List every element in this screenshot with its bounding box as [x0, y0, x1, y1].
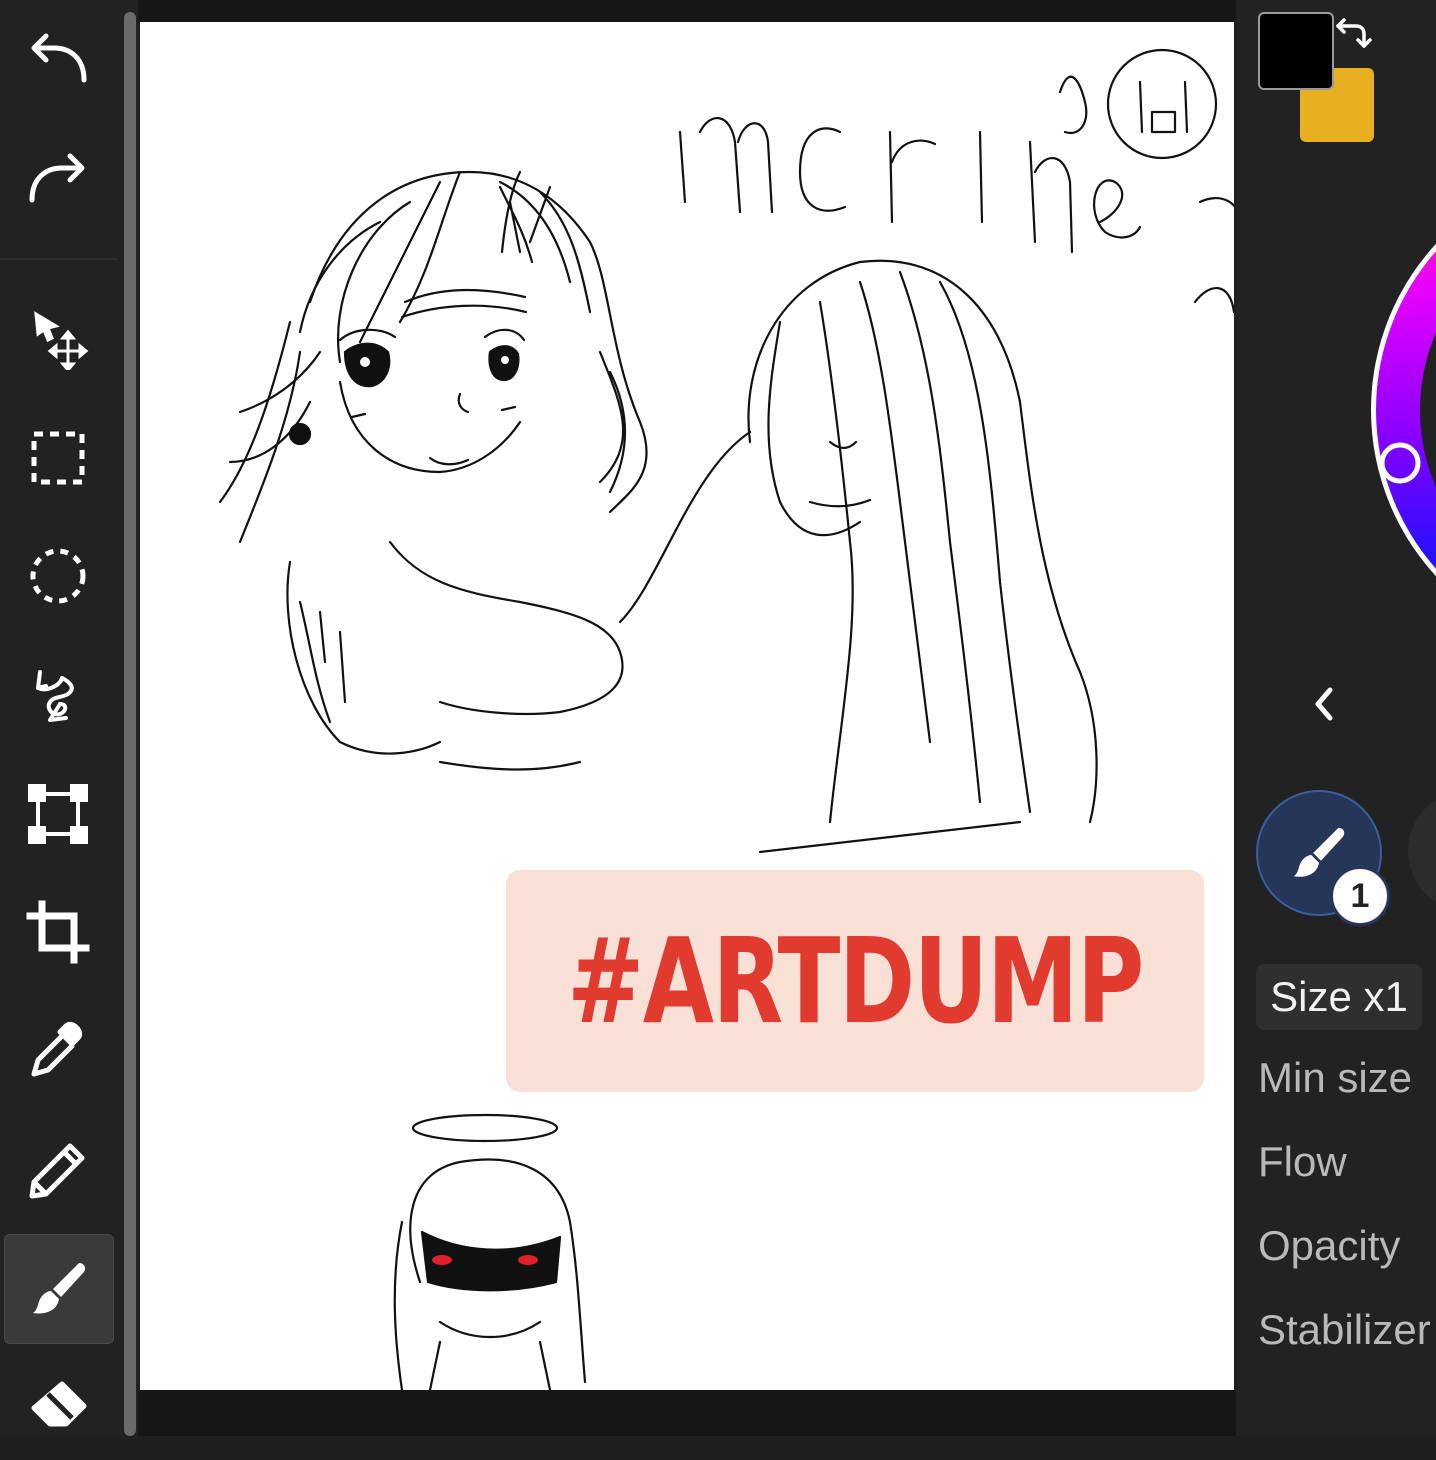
redo-button[interactable]	[4, 126, 112, 234]
eraser-button[interactable]	[4, 1352, 112, 1460]
brush-slot-badge: 1	[1330, 866, 1390, 926]
brush-panel: 1 Size x1 Min size Flow Opacity Stabiliz…	[1236, 0, 1436, 1436]
color-wheel[interactable]	[1346, 150, 1436, 670]
crop-icon	[26, 900, 90, 964]
toolbar	[0, 0, 138, 1436]
opacity-label[interactable]: Opacity	[1258, 1222, 1400, 1270]
eyedropper-icon	[31, 1022, 82, 1077]
stabilizer-label[interactable]: Stabilizer	[1258, 1306, 1431, 1354]
brush-preset-slot-2[interactable]	[1408, 790, 1436, 912]
rect-select-button[interactable]	[4, 404, 112, 512]
canvas-top-border	[138, 0, 1236, 22]
sketch-artwork	[218, 48, 1234, 1390]
undo-icon	[31, 33, 87, 83]
min-size-label[interactable]: Min size	[1258, 1054, 1412, 1102]
artdump-banner: #ARTDUMP	[506, 870, 1204, 1092]
undo-button[interactable]	[4, 6, 112, 114]
lasso-button[interactable]	[4, 640, 112, 748]
flow-label[interactable]: Flow	[1258, 1138, 1347, 1186]
canvas-bottom-border	[138, 1390, 1236, 1436]
size-multiplier-button[interactable]: Size x1	[1256, 964, 1422, 1030]
pencil-icon	[29, 1143, 85, 1199]
rect-select-icon	[31, 431, 85, 485]
move-icon	[34, 311, 89, 370]
ellipse-select-icon	[30, 548, 86, 604]
swap-colors-icon[interactable]	[1334, 10, 1376, 52]
primary-color-swatch[interactable]	[1258, 12, 1334, 90]
transform-button[interactable]	[4, 760, 112, 868]
toolbar-scrollbar[interactable]	[124, 12, 136, 1436]
eraser-icon	[31, 1381, 87, 1427]
pencil-button[interactable]	[4, 1116, 112, 1224]
lasso-icon	[36, 670, 74, 722]
drawing-canvas[interactable]: #ARTDUMP	[140, 22, 1234, 1390]
ellipse-select-button[interactable]	[4, 522, 112, 630]
move-tool-button[interactable]	[4, 284, 112, 392]
transform-icon	[28, 784, 88, 844]
toolbar-divider	[0, 258, 118, 260]
brush-icon	[33, 1263, 86, 1314]
redo-icon	[29, 153, 85, 203]
banner-text: #ARTDUMP	[567, 912, 1144, 1050]
eyedropper-button[interactable]	[4, 996, 112, 1104]
brush-button[interactable]	[4, 1234, 114, 1344]
chevron-left-icon[interactable]	[1304, 682, 1344, 726]
crop-button[interactable]	[4, 878, 112, 986]
